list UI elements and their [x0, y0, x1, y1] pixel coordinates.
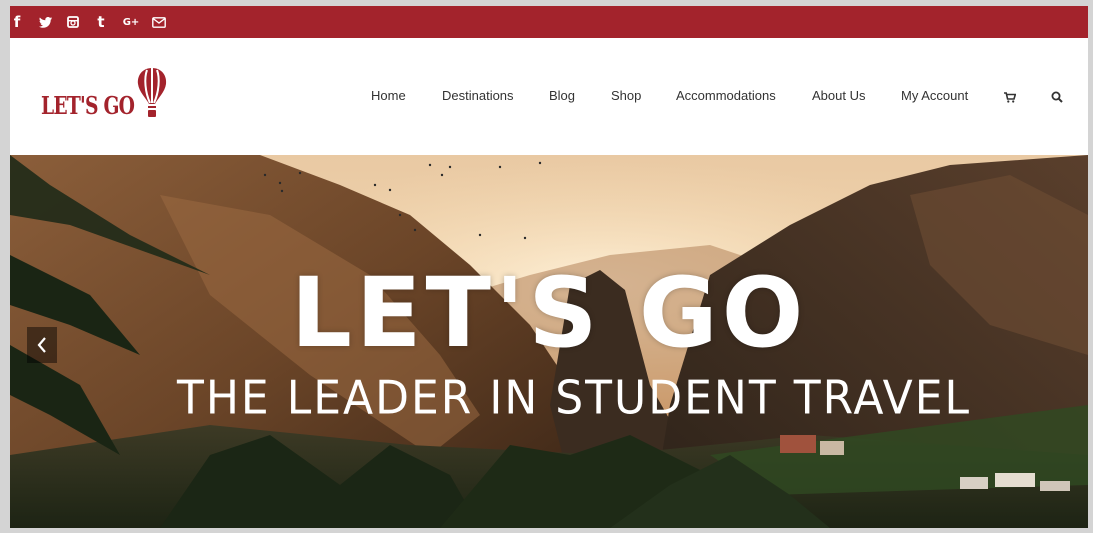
main-nav: Home Destinations Blog Shop Accommodatio… [10, 38, 1088, 155]
nav-my-account[interactable]: My Account [901, 88, 968, 103]
chevron-left-icon [37, 337, 46, 353]
nav-accommodations[interactable]: Accommodations [676, 88, 776, 103]
tumblr-icon[interactable]: t [95, 6, 107, 38]
site-header: LET'S GO Home Destinations Blog Shop Acc… [10, 38, 1088, 155]
hero-title: LET'S GO [290, 257, 808, 369]
nav-home[interactable]: Home [371, 88, 406, 103]
hero-subtitle: THE LEADER IN STUDENT TRAVEL [176, 371, 972, 426]
email-icon[interactable] [151, 6, 167, 38]
nav-destinations[interactable]: Destinations [442, 88, 514, 103]
instagram-icon[interactable] [66, 6, 80, 38]
slider-prev-button[interactable] [27, 327, 57, 363]
google-plus-icon[interactable]: G+ [123, 6, 140, 38]
social-bar: f t G+ [10, 6, 1088, 38]
nav-shop[interactable]: Shop [611, 88, 641, 103]
cart-icon[interactable] [1004, 90, 1017, 108]
hero-slider: LET'S GO THE LEADER IN STUDENT TRAVEL [10, 155, 1088, 528]
nav-blog[interactable]: Blog [549, 88, 575, 103]
nav-about-us[interactable]: About Us [812, 88, 865, 103]
search-icon[interactable] [1051, 90, 1063, 108]
page-frame: f t G+ LET'S GO Home Destinations Blog S… [10, 6, 1088, 528]
facebook-icon[interactable]: f [10, 6, 24, 38]
twitter-icon[interactable] [37, 6, 53, 38]
